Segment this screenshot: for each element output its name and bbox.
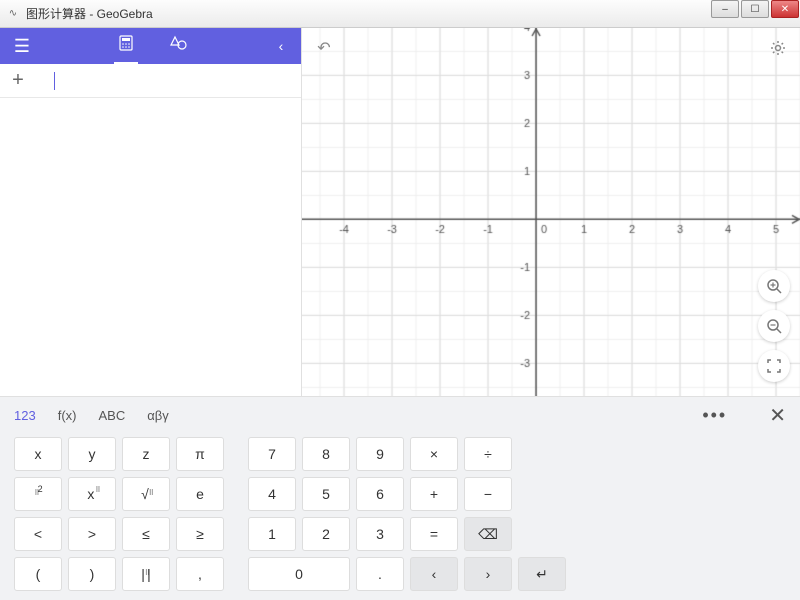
tab-shapes[interactable] xyxy=(166,29,192,64)
kb-tab-abc[interactable]: ABC xyxy=(98,408,125,423)
window-maximize-button[interactable]: ☐ xyxy=(741,0,769,18)
key-left[interactable]: ‹ xyxy=(410,557,458,591)
key-≤[interactable]: ≤ xyxy=(122,517,170,551)
kb-close-button[interactable]: ✕ xyxy=(769,403,786,428)
tab-calculator[interactable] xyxy=(114,29,138,64)
key-square[interactable]: ⠿2 xyxy=(14,477,62,511)
fullscreen-icon xyxy=(767,359,781,373)
key-3[interactable]: 3 xyxy=(356,517,404,551)
input-cursor xyxy=(54,72,55,90)
add-expression-button[interactable]: + xyxy=(0,69,36,92)
kb-tab-123[interactable]: 123 xyxy=(14,408,36,423)
algebra-sidebar: ☰ ‹ + xyxy=(0,28,302,396)
key-2[interactable]: 2 xyxy=(302,517,350,551)
kb-tab-greek[interactable]: αβγ xyxy=(147,408,169,423)
key-π[interactable]: π xyxy=(176,437,224,471)
key-9[interactable]: 9 xyxy=(356,437,404,471)
key-+[interactable]: + xyxy=(410,477,458,511)
fullscreen-button[interactable] xyxy=(758,350,790,382)
key-([interactable]: ( xyxy=(14,557,62,591)
expression-list xyxy=(0,98,301,396)
key-<[interactable]: < xyxy=(14,517,62,551)
key-power[interactable]: x⠿ xyxy=(68,477,116,511)
key-.[interactable]: . xyxy=(356,557,404,591)
gear-icon xyxy=(769,39,787,57)
key-0[interactable]: 0 xyxy=(248,557,350,591)
expression-input-row[interactable]: + xyxy=(0,64,301,98)
collapse-sidebar-button[interactable]: ‹ xyxy=(269,38,293,54)
menu-button[interactable]: ☰ xyxy=(8,36,36,57)
zoom-in-icon xyxy=(766,278,782,294)
graph-canvas[interactable] xyxy=(302,28,800,396)
key-5[interactable]: 5 xyxy=(302,477,350,511)
key-enter[interactable]: ↵ xyxy=(518,557,566,591)
window-title: 图形计算器 - GeoGebra xyxy=(26,5,153,22)
app-icon: ∿ xyxy=(6,7,20,21)
key-8[interactable]: 8 xyxy=(302,437,350,471)
key-6[interactable]: 6 xyxy=(356,477,404,511)
key-abs[interactable]: |⠿| xyxy=(122,557,170,591)
key-4[interactable]: 4 xyxy=(248,477,296,511)
key-×[interactable]: × xyxy=(410,437,458,471)
key-−[interactable]: − xyxy=(464,477,512,511)
sidebar-toolbar: ☰ ‹ xyxy=(0,28,301,64)
shapes-icon xyxy=(170,35,188,51)
settings-button[interactable] xyxy=(764,34,792,62)
key-)[interactable]: ) xyxy=(68,557,116,591)
kb-tab-fx[interactable]: f(x) xyxy=(58,408,77,423)
key-z[interactable]: z xyxy=(122,437,170,471)
key-sqrt[interactable]: √⠿ xyxy=(122,477,170,511)
virtual-keyboard: 123 f(x) ABC αβγ ••• ✕ xyzπ789×÷ ⠿2x⠿√⠿e4… xyxy=(0,396,800,600)
key-x[interactable]: x xyxy=(14,437,62,471)
key-,[interactable]: , xyxy=(176,557,224,591)
window-close-button[interactable]: ✕ xyxy=(771,0,799,18)
key-7[interactable]: 7 xyxy=(248,437,296,471)
key-≥[interactable]: ≥ xyxy=(176,517,224,551)
graph-view[interactable]: ↶ xyxy=(302,28,800,396)
zoom-out-icon xyxy=(766,318,782,334)
key->[interactable]: > xyxy=(68,517,116,551)
window-titlebar: ∿ 图形计算器 - GeoGebra – ☐ ✕ xyxy=(0,0,800,28)
keyboard-tabs: 123 f(x) ABC αβγ ••• ✕ xyxy=(0,397,800,433)
calculator-icon xyxy=(118,35,134,51)
key-=[interactable]: = xyxy=(410,517,458,551)
zoom-out-button[interactable] xyxy=(758,310,790,342)
key-1[interactable]: 1 xyxy=(248,517,296,551)
zoom-in-button[interactable] xyxy=(758,270,790,302)
key-backspace[interactable]: ⌫ xyxy=(464,517,512,551)
key-right[interactable]: › xyxy=(464,557,512,591)
undo-button[interactable]: ↶ xyxy=(310,34,338,62)
window-minimize-button[interactable]: – xyxy=(711,0,739,18)
key-e[interactable]: e xyxy=(176,477,224,511)
kb-more-button[interactable]: ••• xyxy=(702,405,727,426)
key-÷[interactable]: ÷ xyxy=(464,437,512,471)
key-y[interactable]: y xyxy=(68,437,116,471)
